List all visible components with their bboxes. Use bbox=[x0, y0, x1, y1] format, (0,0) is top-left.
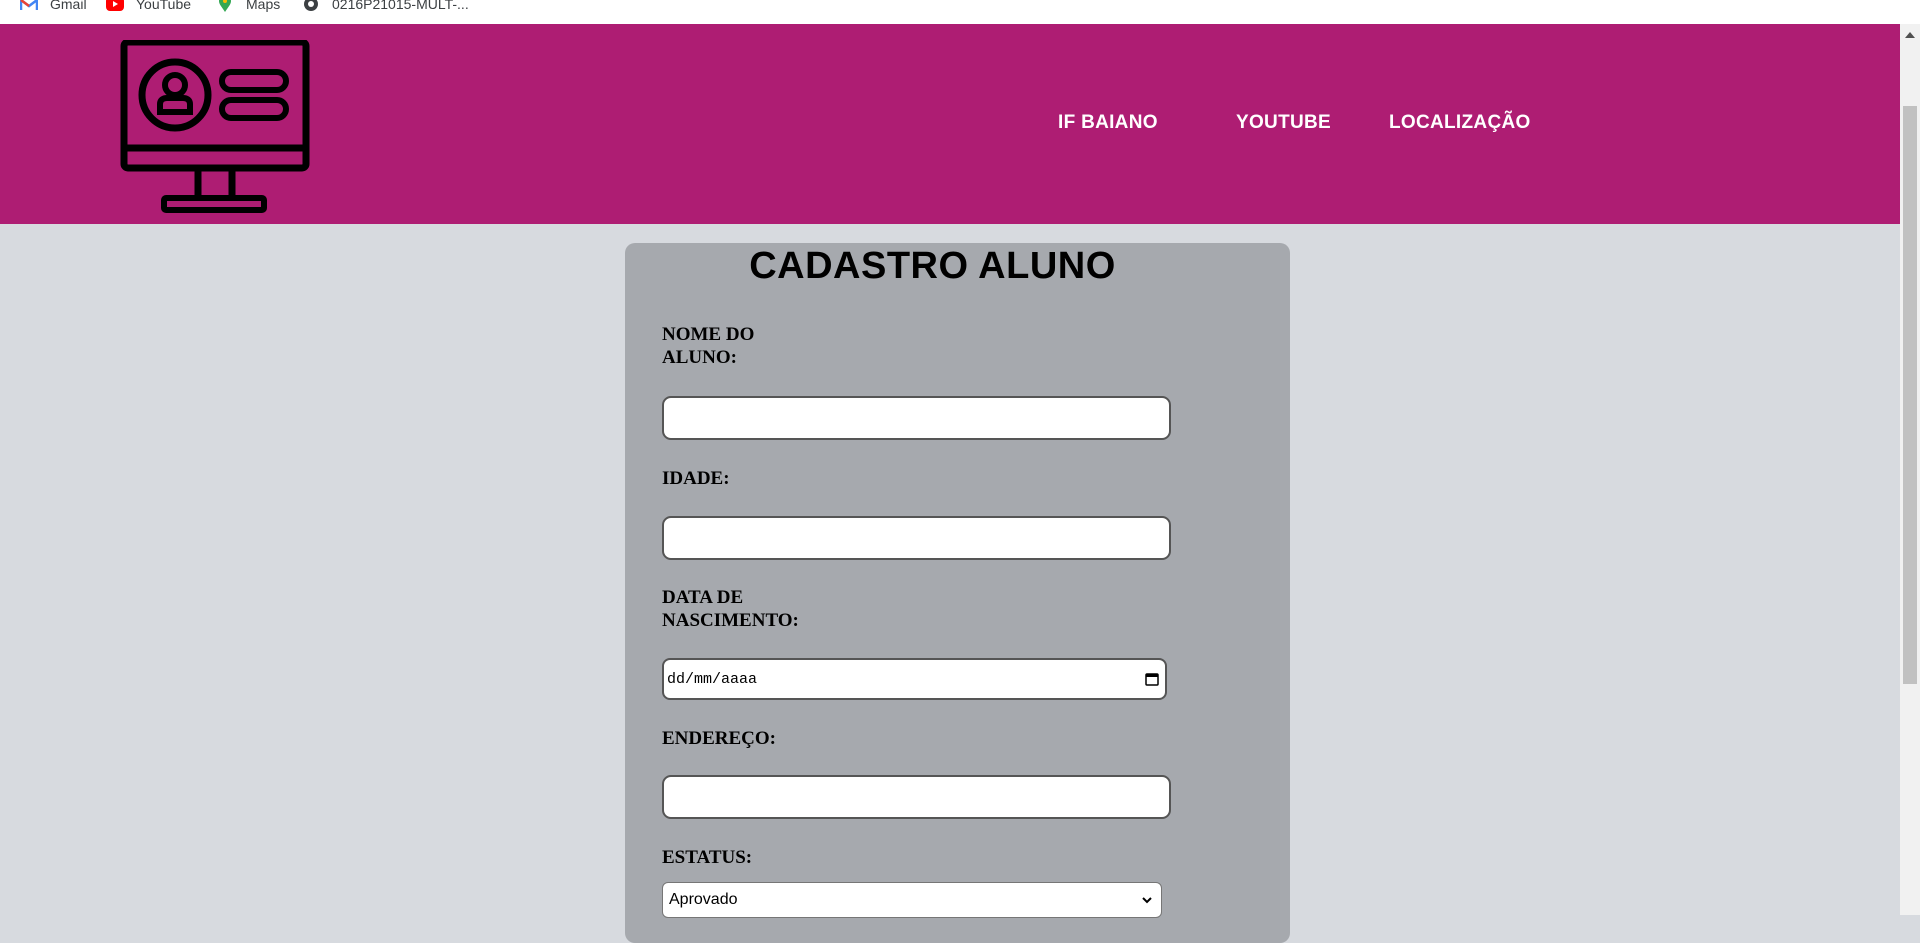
bookmark-label: 0216P21015-MULT-... bbox=[332, 0, 469, 12]
scroll-up-icon[interactable] bbox=[1905, 32, 1915, 38]
idade-input[interactable] bbox=[662, 516, 1171, 560]
nome-label: NOME DO ALUNO: bbox=[662, 324, 755, 368]
estatus-selected: Aprovado bbox=[669, 891, 738, 908]
nav-localizacao[interactable]: LOCALIZAÇÃO bbox=[1389, 112, 1531, 134]
globe-icon bbox=[304, 0, 318, 11]
nome-input[interactable] bbox=[662, 396, 1171, 440]
estatus-select[interactable]: Aprovado bbox=[662, 882, 1162, 918]
bookmark-gmail[interactable]: Gmail bbox=[20, 0, 87, 14]
maps-icon bbox=[219, 0, 231, 12]
bookmark-multi[interactable]: 0216P21015-MULT-... bbox=[302, 0, 469, 14]
idade-label: IDADE: bbox=[662, 468, 730, 489]
endereco-input[interactable] bbox=[662, 775, 1171, 819]
bookmarks-bar: Gmail YouTube Maps 0216P21015-MULT-... bbox=[0, 0, 1920, 24]
bookmark-maps[interactable]: Maps bbox=[216, 0, 280, 14]
estatus-label: ESTATUS: bbox=[662, 847, 753, 868]
nascimento-date-input[interactable]: dd/mm/aaaa bbox=[662, 658, 1167, 700]
endereco-label: ENDEREÇO: bbox=[662, 728, 777, 749]
form-title: CADASTRO ALUNO bbox=[749, 245, 1116, 287]
date-placeholder: dd/mm/aaaa bbox=[667, 670, 758, 688]
computer-profile-icon[interactable] bbox=[120, 40, 310, 215]
nav-youtube[interactable]: YOUTUBE bbox=[1236, 112, 1331, 134]
youtube-icon bbox=[106, 0, 124, 11]
bookmark-label: Maps bbox=[246, 0, 281, 12]
page-scrollbar[interactable] bbox=[1900, 24, 1920, 915]
calendar-icon[interactable] bbox=[1145, 672, 1159, 686]
chevron-down-icon bbox=[1142, 897, 1152, 904]
registration-form: CADASTRO ALUNO NOME DO ALUNO: IDADE: DAT… bbox=[625, 243, 1290, 943]
scroll-thumb[interactable] bbox=[1903, 106, 1917, 684]
gmail-icon bbox=[20, 0, 38, 10]
nav-if-baiano[interactable]: IF BAIANO bbox=[1058, 112, 1158, 134]
bookmark-label: YouTube bbox=[136, 0, 192, 12]
nascimento-label: DATA DE NASCIMENTO: bbox=[662, 587, 799, 631]
bookmark-youtube[interactable]: YouTube bbox=[106, 0, 191, 14]
bookmark-label: Gmail bbox=[50, 0, 87, 12]
site-header: IF BAIANO YOUTUBE LOCALIZAÇÃO bbox=[0, 24, 1900, 224]
